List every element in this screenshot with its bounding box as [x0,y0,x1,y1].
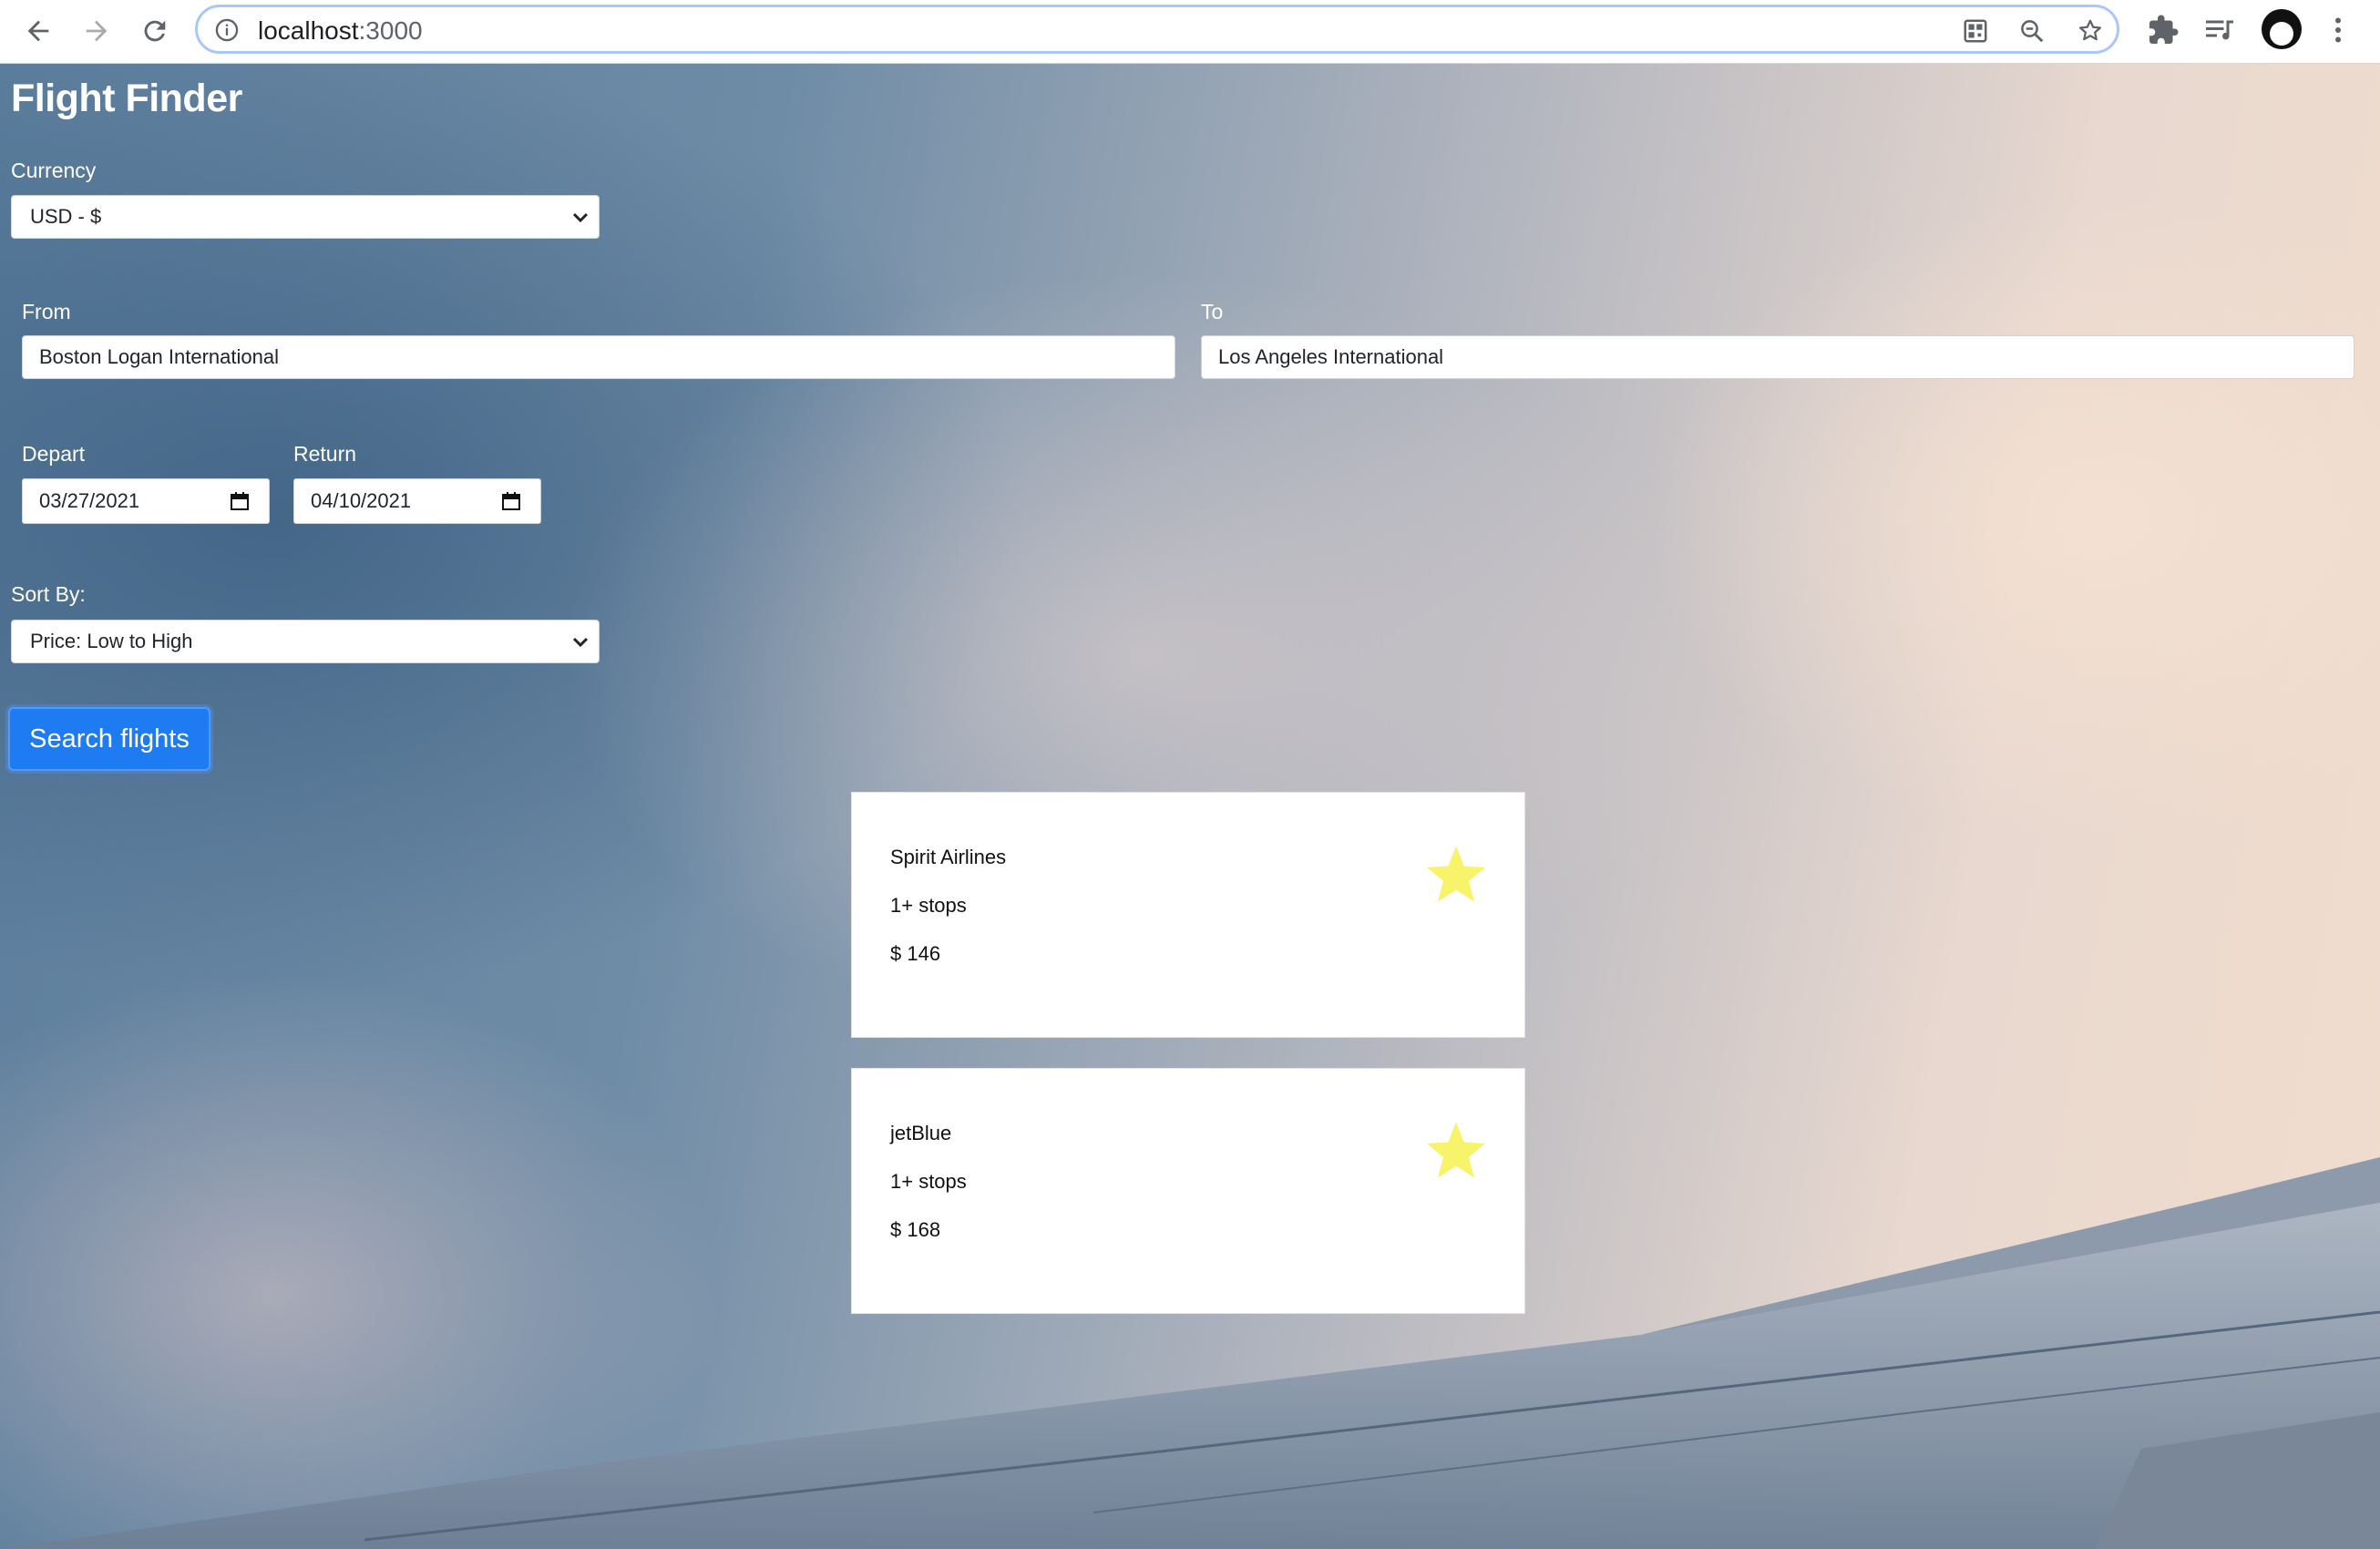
profile-avatar[interactable] [2262,9,2302,49]
currency-label: Currency [11,159,97,182]
flight-result-card[interactable]: jetBlue 1+ stops $ 168 [851,1068,1525,1314]
page-background: Flight Finder Currency USD - $ From Bost… [0,64,2380,1549]
qr-code-icon[interactable] [1962,17,1989,45]
stops-text: 1+ stops [890,894,967,917]
chevron-down-icon [572,637,589,648]
search-flights-button[interactable]: Search flights [8,707,210,771]
info-icon[interactable] [214,17,240,43]
calendar-icon[interactable] [500,490,522,512]
zoom-icon[interactable] [2018,17,2046,45]
depart-date-input[interactable]: 03/27/2021 [22,478,270,524]
return-date-value: 04/10/2021 [311,489,412,512]
stops-text: 1+ stops [890,1170,967,1193]
to-input[interactable]: Los Angeles International [1201,335,2354,379]
extensions-icon[interactable] [2147,14,2180,46]
sort-selected-value: Price: Low to High [30,630,193,652]
media-queue-icon[interactable] [2203,14,2236,46]
return-label: Return [293,442,357,466]
url-text: localhost:3000 [258,16,423,45]
depart-date-value: 03/27/2021 [39,489,140,512]
calendar-icon[interactable] [229,490,251,512]
currency-select[interactable]: USD - $ [11,195,600,239]
sort-select[interactable]: Price: Low to High [11,620,600,663]
from-input[interactable]: Boston Logan International [22,335,1175,379]
star-icon[interactable] [1424,1118,1488,1182]
chevron-down-icon [572,212,589,223]
airline-name: Spirit Airlines [890,846,1007,868]
from-label: From [22,300,71,323]
arrow-right-icon [86,20,108,42]
return-date-input[interactable]: 04/10/2021 [293,478,541,524]
to-label: To [1201,300,1224,323]
browser-toolbar: localhost:3000 [0,0,2380,64]
more-menu-icon[interactable] [2322,14,2354,46]
page-title: Flight Finder [11,77,242,120]
flight-result-card[interactable]: Spirit Airlines 1+ stops $ 146 [851,792,1525,1038]
currency-selected-value: USD - $ [30,205,102,228]
back-button[interactable] [16,9,60,53]
arrow-left-icon [27,20,49,42]
airline-name: jetBlue [890,1122,952,1144]
sort-label: Sort By: [11,582,86,606]
bookmark-star-icon[interactable] [2077,17,2104,45]
price-text: $ 168 [890,1218,941,1241]
address-bar[interactable]: localhost:3000 [195,5,2119,54]
price-text: $ 146 [890,942,941,965]
reload-button[interactable] [133,9,177,53]
reload-icon [144,20,166,42]
forward-button[interactable] [75,9,118,53]
depart-label: Depart [22,442,86,466]
star-icon[interactable] [1424,842,1488,906]
